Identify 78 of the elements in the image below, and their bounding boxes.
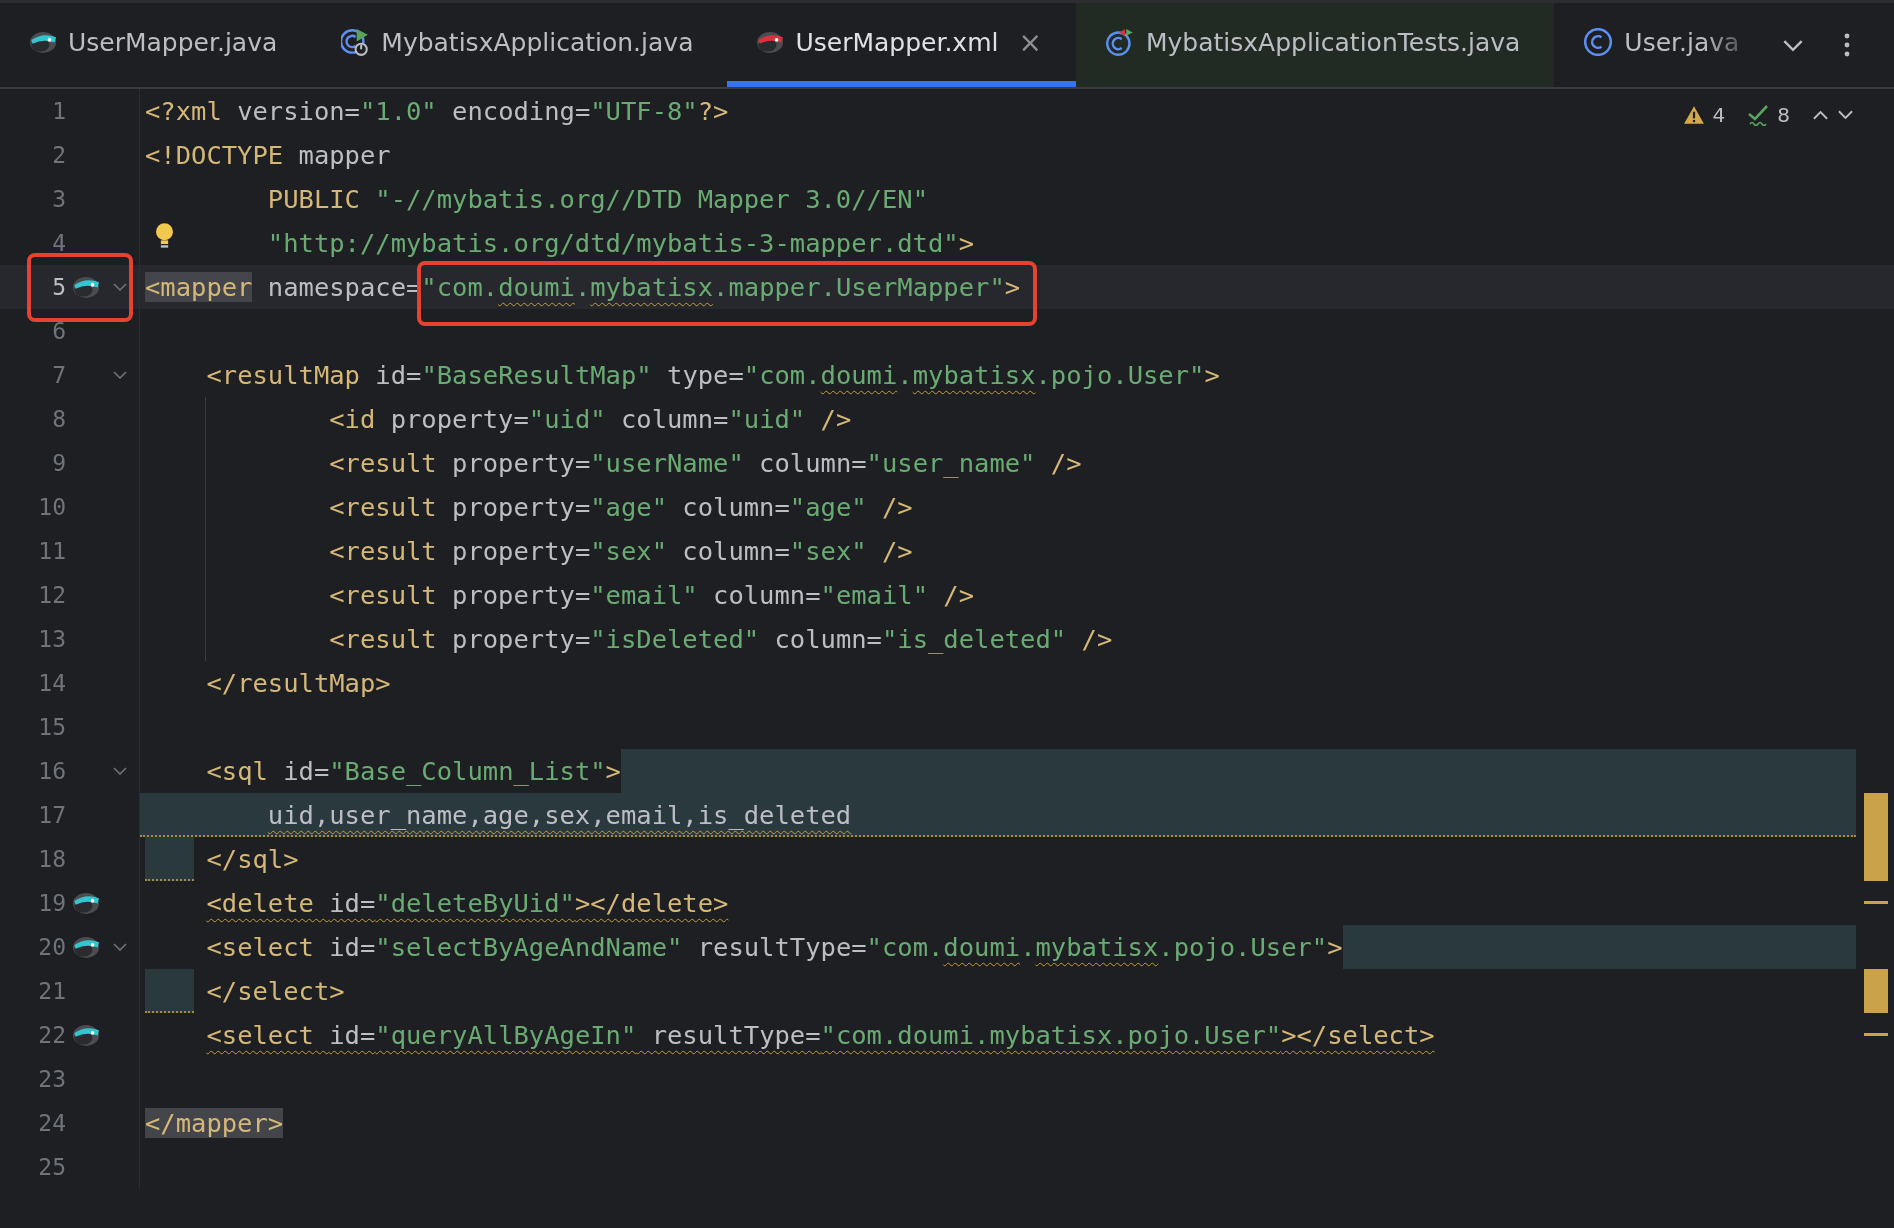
check-count: 8 bbox=[1777, 103, 1790, 127]
code-line: <id property="uid" column="uid" /> bbox=[329, 404, 852, 434]
line-number: 9 bbox=[51, 450, 66, 476]
warning-marker[interactable] bbox=[1864, 969, 1888, 1013]
more-icon[interactable] bbox=[1844, 33, 1850, 57]
code-line: </resultMap> bbox=[206, 668, 391, 698]
bird-icon bbox=[757, 31, 784, 53]
line-number: 7 bbox=[51, 362, 66, 388]
tab-label: UserMapper.java bbox=[68, 27, 278, 57]
line-number: 6 bbox=[51, 318, 66, 344]
class-test-icon bbox=[1105, 27, 1134, 57]
line-number: 18 bbox=[37, 846, 66, 872]
line-number: 3 bbox=[51, 186, 66, 212]
fold-icon[interactable] bbox=[113, 767, 127, 775]
fold-icon[interactable] bbox=[113, 371, 127, 379]
line-number: 20 bbox=[37, 934, 66, 960]
line-number: 19 bbox=[37, 890, 66, 916]
line-number: 23 bbox=[37, 1066, 66, 1092]
tab-label: MybatisxApplicationTests.java bbox=[1145, 27, 1521, 57]
warning-icon[interactable] bbox=[1682, 105, 1705, 125]
code-line: <resultMap id="BaseResultMap" type="com.doumi.mybatisx.pojo.User"> bbox=[206, 360, 1220, 390]
code-line: <!DOCTYPE mapper bbox=[145, 140, 391, 170]
line-number: 16 bbox=[37, 758, 66, 784]
code-line: <result property="email" column="email" /> bbox=[329, 580, 975, 610]
warning-marker[interactable] bbox=[1864, 837, 1888, 881]
chevron-down-icon[interactable] bbox=[1837, 110, 1854, 120]
chevron-up-icon[interactable] bbox=[1812, 110, 1829, 120]
code-line: <mapper namespace="com.doumi.mybatisx.mapper.UserMapper"> bbox=[145, 272, 1021, 302]
fold-icon[interactable] bbox=[113, 283, 127, 291]
line-number: 10 bbox=[37, 494, 66, 520]
bird-icon bbox=[30, 31, 56, 53]
line-number: 25 bbox=[37, 1154, 66, 1180]
line-number: 24 bbox=[37, 1110, 66, 1136]
editor-tab[interactable]: MybatisxApplication.java bbox=[311, 3, 728, 87]
code-line: "http://mybatis.org/dtd/mybatis-3-mapper.dtd"> bbox=[267, 228, 975, 258]
line-number: 5 bbox=[51, 274, 66, 300]
editor-tab[interactable]: MybatisxApplicationTests.java bbox=[1075, 3, 1555, 87]
line-number: 8 bbox=[51, 406, 66, 432]
code-line: <result property="sex" column="sex" /> bbox=[329, 536, 913, 566]
line-number: 21 bbox=[37, 978, 66, 1004]
typo-check-icon[interactable] bbox=[1747, 104, 1770, 126]
code-line: <select id="selectByAgeAndName" resultType="com.doumi.mybatisx.pojo.User"> bbox=[206, 932, 1343, 962]
line-number: 12 bbox=[37, 582, 66, 608]
code-line: uid,user_name,age,sex,email,is_deleted bbox=[267, 800, 852, 830]
editor-tab[interactable]: User.java bbox=[1554, 3, 1774, 87]
code-line: <result property="age" column="age" /> bbox=[329, 492, 913, 522]
warning-marker[interactable] bbox=[1864, 793, 1888, 837]
code-line: <delete id="deleteByUid"></delete> bbox=[206, 888, 729, 918]
warning-count: 4 bbox=[1712, 103, 1726, 127]
code-line: </select> bbox=[206, 976, 345, 1006]
chevron-down-icon[interactable] bbox=[1782, 38, 1804, 52]
code-line: <?xml version="1.0" encoding="UTF-8"?> bbox=[145, 96, 729, 126]
line-number: 1 bbox=[51, 98, 66, 124]
code-line: <sql id="Base_Column_List"> bbox=[206, 756, 621, 786]
close-icon[interactable]: × bbox=[1018, 25, 1042, 59]
line-number: 2 bbox=[51, 142, 66, 168]
line-number: 4 bbox=[51, 230, 66, 256]
line-number: 17 bbox=[37, 802, 66, 828]
tab-label: MybatisxApplication.java bbox=[381, 27, 694, 57]
class-icon bbox=[1584, 28, 1613, 56]
code-line: <result property="isDeleted" column="is_deleted" /> bbox=[329, 624, 1113, 654]
code-line: <result property="userName" column="user_name" /> bbox=[329, 448, 1082, 478]
tab-label: User.java bbox=[1624, 27, 1740, 57]
class-run-icon bbox=[341, 28, 370, 56]
line-number: 11 bbox=[37, 538, 66, 564]
warning-marker[interactable] bbox=[1864, 1033, 1888, 1036]
code-line: </sql> bbox=[206, 844, 299, 874]
warning-marker[interactable] bbox=[1864, 901, 1888, 904]
line-number: 14 bbox=[37, 670, 66, 696]
code-line: <select id="queryAllByAgeIn" resultType="com.doumi.mybatisx.pojo.User"></select> bbox=[206, 1020, 1435, 1050]
editor-tab[interactable]: UserMapper.java bbox=[0, 3, 312, 87]
line-number: 13 bbox=[37, 626, 66, 652]
tab-label: UserMapper.xml bbox=[795, 27, 999, 57]
fold-icon[interactable] bbox=[113, 943, 127, 951]
code-line: PUBLIC "-//mybatis.org//DTD Mapper 3.0//EN" bbox=[267, 184, 928, 214]
lightbulb-icon[interactable] bbox=[156, 223, 173, 248]
line-number: 22 bbox=[37, 1022, 66, 1048]
line-number: 15 bbox=[37, 714, 66, 740]
